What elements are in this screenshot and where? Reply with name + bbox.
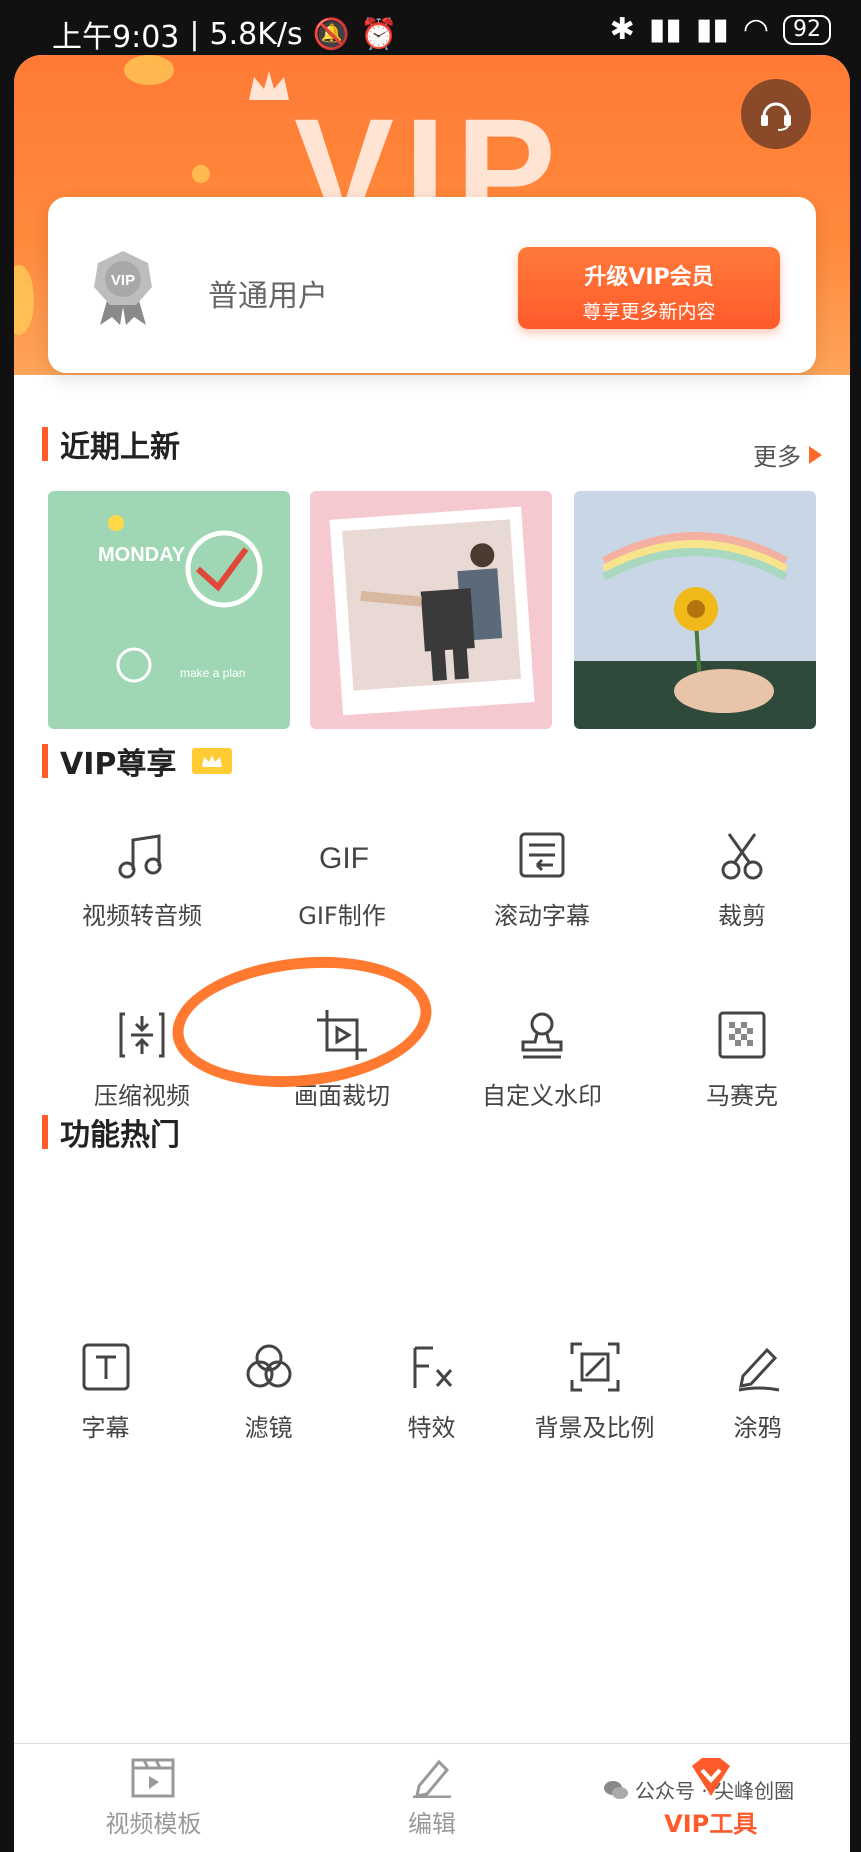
compress-icon	[119, 1012, 165, 1058]
tool-scrolling-subtitle[interactable]: 滚动字幕	[442, 828, 642, 931]
tab-label: VIP工具	[664, 1810, 758, 1838]
status-time: 上午9:03	[52, 20, 180, 55]
chevron-right-icon	[809, 445, 822, 464]
user-type-label: 普通用户	[208, 279, 328, 314]
upgrade-title: 升级VIP会员	[584, 265, 714, 290]
pencil-icon	[738, 1347, 779, 1392]
coin-decoration	[192, 165, 210, 183]
recent-section-title: 近期上新	[42, 422, 180, 466]
tool-label: 滚动字幕	[494, 902, 590, 930]
mosaic-icon	[718, 1011, 766, 1059]
tool-label: 裁剪	[718, 902, 766, 930]
mute-icon: 🔕	[312, 16, 350, 52]
tool-mosaic[interactable]: 马赛克	[642, 1008, 842, 1111]
tool-label: 涂鸦	[733, 1414, 782, 1442]
hot-title-text: 功能热门	[60, 1118, 180, 1153]
recent-thumbnail-flower[interactable]	[574, 491, 816, 729]
vip-section-title: VIP尊享	[42, 739, 233, 783]
upgrade-subtitle: 尊享更多新内容	[582, 301, 716, 323]
signal-icon-2: ▮▮	[695, 12, 729, 47]
tab-label: 编辑	[408, 1810, 456, 1838]
flower-rainbow-image	[574, 532, 816, 729]
tool-label: 自定义水印	[482, 1082, 602, 1110]
customer-support-button[interactable]	[741, 79, 811, 149]
recent-thumbnail-couple[interactable]	[310, 491, 552, 729]
section-marker	[42, 1115, 48, 1149]
tool-video-to-audio[interactable]: 视频转音频	[42, 828, 242, 931]
battery-icon: 92	[783, 14, 831, 45]
coin-decoration	[124, 55, 174, 85]
svg-text:make a plan: make a plan	[180, 666, 245, 680]
app-screen: VIP VIP 普通用户 升级VIP会员 尊享更多新内容 近期上新 更多 MON…	[14, 55, 850, 1852]
upgrade-vip-button[interactable]: 升级VIP会员 尊享更多新内容	[518, 247, 780, 329]
aspect-ratio-icon	[570, 1342, 619, 1392]
tool-doodle[interactable]: 涂鸦	[676, 1340, 839, 1443]
section-marker	[42, 744, 48, 778]
tool-gif-maker[interactable]: GIF GIF制作	[242, 828, 442, 931]
clapperboard-icon	[131, 1758, 175, 1798]
couple-photo-frame-image	[329, 506, 535, 716]
filter-icon	[246, 1344, 291, 1388]
recent-title-text: 近期上新	[60, 430, 180, 465]
coin-decoration	[14, 265, 34, 335]
tool-label: 压缩视频	[94, 1082, 190, 1110]
music-note-icon	[118, 834, 162, 879]
fx-icon	[413, 1346, 452, 1388]
text-box-icon	[82, 1343, 129, 1391]
hot-section-title: 功能热门	[42, 1110, 180, 1154]
tool-filter[interactable]: 滤镜	[187, 1340, 350, 1443]
tool-subtitle[interactable]: 字幕	[24, 1340, 187, 1443]
alarm-icon: ⏰	[359, 16, 398, 52]
status-speed: 5.8K/s	[209, 16, 303, 52]
vip-medal-icon: VIP	[94, 251, 152, 325]
status-bar: 上午9:03 | 5.8K/s 🔕 ⏰ ✱ ▮▮ ▮▮ ◠ 92	[0, 0, 861, 62]
more-label: 更多	[753, 443, 801, 471]
tab-edit[interactable]: 编辑	[293, 1744, 572, 1852]
hot-tools-row: 字幕 滤镜 特效 背景及比例 涂鸦	[24, 1340, 840, 1443]
monday-sticker-image: MONDAY make a plan	[98, 515, 263, 683]
gif-icon: GIF	[319, 842, 369, 875]
tool-custom-watermark[interactable]: 自定义水印	[442, 1008, 642, 1111]
scissors-icon	[721, 833, 763, 880]
vip-tools-row-1: 视频转音频 GIF GIF制作 滚动字幕 裁剪	[42, 828, 850, 931]
tool-background-ratio[interactable]: 背景及比例	[513, 1340, 676, 1443]
tool-label: 滤镜	[244, 1414, 293, 1442]
svg-text:MONDAY: MONDAY	[98, 544, 186, 566]
svg-text:VIP: VIP	[111, 272, 135, 289]
stamp-icon	[521, 1012, 563, 1059]
crown-icon	[249, 71, 289, 100]
crown-badge-icon	[192, 748, 233, 774]
tool-label: 马赛克	[706, 1082, 778, 1110]
svg-text:GIF: GIF	[319, 842, 369, 875]
tool-label: 背景及比例	[534, 1414, 655, 1442]
tool-label: 字幕	[81, 1414, 130, 1442]
section-marker	[42, 427, 48, 461]
wechat-icon	[604, 1780, 628, 1799]
tab-label: 视频模板	[105, 1810, 202, 1838]
membership-card: VIP 普通用户 升级VIP会员 尊享更多新内容	[48, 197, 816, 373]
tool-cut[interactable]: 裁剪	[642, 828, 842, 931]
vip-tools-row-2: 压缩视频 画面裁切 自定义水印 马赛克	[42, 1008, 850, 1111]
status-separator: |	[189, 16, 200, 52]
tool-label: 视频转音频	[82, 902, 202, 930]
edit-pencil-icon	[413, 1759, 451, 1798]
wechat-watermark: 公众号 · 尖峰创圈	[603, 1775, 794, 1804]
headset-icon	[761, 102, 791, 131]
more-link[interactable]: 更多	[753, 437, 822, 472]
vip-title-text: VIP尊享	[60, 747, 177, 782]
recent-thumbnail-monday[interactable]: MONDAY make a plan	[48, 491, 290, 729]
scrolling-text-icon	[519, 832, 565, 878]
watermark-text: 公众号 · 尖峰创圈	[635, 1779, 795, 1803]
phone-frame: 上午9:03 | 5.8K/s 🔕 ⏰ ✱ ▮▮ ▮▮ ◠ 92 VIP VIP…	[0, 0, 861, 1852]
bluetooth-icon: ✱	[609, 12, 635, 47]
tool-effects[interactable]: 特效	[350, 1340, 513, 1443]
tab-video-templates[interactable]: 视频模板	[14, 1744, 293, 1852]
tool-label: GIF制作	[298, 902, 386, 930]
wifi-icon: ◠	[742, 12, 769, 47]
signal-icon: ▮▮	[648, 12, 682, 47]
tool-label: 特效	[407, 1414, 456, 1442]
